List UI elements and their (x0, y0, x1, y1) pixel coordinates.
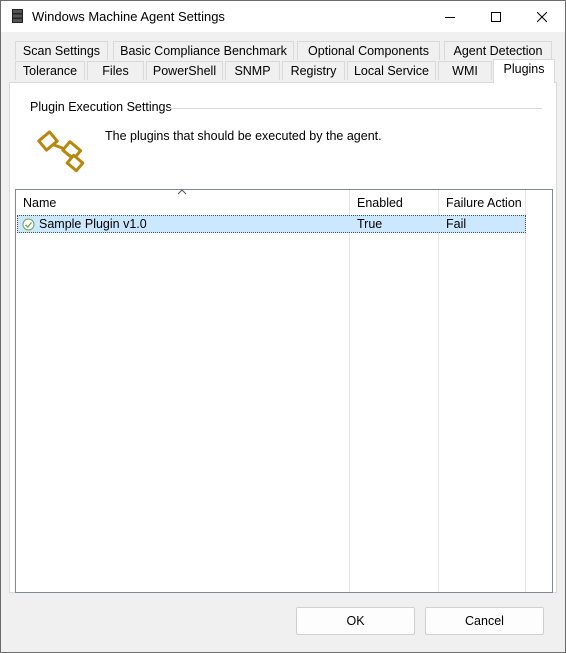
group-divider (170, 108, 542, 109)
column-divider (525, 190, 526, 592)
tab-local-service[interactable]: Local Service (347, 61, 436, 80)
column-header-failure-action[interactable]: Failure Action (439, 190, 525, 214)
column-header-enabled[interactable]: Enabled (350, 190, 438, 214)
plugins-tab-panel: Plugin Execution Settings The plugins th… (9, 82, 557, 593)
tab-files[interactable]: Files (87, 61, 144, 80)
column-divider (438, 190, 439, 592)
group-label: Plugin Execution Settings (30, 100, 172, 114)
app-icon (12, 9, 23, 23)
plugins-description: The plugins that should be executed by t… (105, 129, 382, 143)
tab-plugins[interactable]: Plugins (493, 59, 555, 83)
minimize-icon (445, 16, 455, 18)
tab-wmi[interactable]: WMI (438, 61, 492, 80)
minimize-button[interactable] (427, 1, 473, 32)
row-failure-action: Fail (446, 217, 467, 231)
window-title: Windows Machine Agent Settings (32, 9, 225, 24)
tab-optional-components[interactable]: Optional Components (297, 41, 440, 60)
ok-button[interactable]: OK (296, 607, 415, 635)
tab-powershell[interactable]: PowerShell (146, 61, 223, 80)
row-name: Sample Plugin v1.0 (39, 217, 147, 231)
title-bar: Windows Machine Agent Settings (1, 1, 565, 32)
tab-tolerance[interactable]: Tolerance (15, 61, 85, 80)
maximize-icon (491, 11, 501, 22)
check-circle-icon (22, 218, 35, 231)
tab-snmp[interactable]: SNMP (225, 61, 280, 80)
tab-agent-detection[interactable]: Agent Detection (444, 41, 552, 60)
table-row[interactable]: Sample Plugin v1.0 True Fail (17, 215, 526, 233)
tab-scan-settings[interactable]: Scan Settings (15, 41, 108, 60)
maximize-button[interactable] (473, 1, 519, 32)
cancel-button[interactable]: Cancel (425, 607, 544, 635)
tab-basic-compliance-benchmark[interactable]: Basic Compliance Benchmark (113, 41, 294, 60)
column-header-name[interactable]: Name (16, 190, 349, 214)
plugin-icon (37, 130, 85, 173)
close-icon (537, 11, 547, 22)
row-enabled: True (357, 217, 383, 231)
column-divider (349, 190, 350, 592)
plugins-list[interactable]: Name Enabled Failure Action Sample Plugi… (15, 189, 553, 593)
close-button[interactable] (519, 1, 565, 32)
tab-registry[interactable]: Registry (282, 61, 345, 80)
settings-window: Windows Machine Agent Settings Scan Sett… (0, 0, 566, 653)
